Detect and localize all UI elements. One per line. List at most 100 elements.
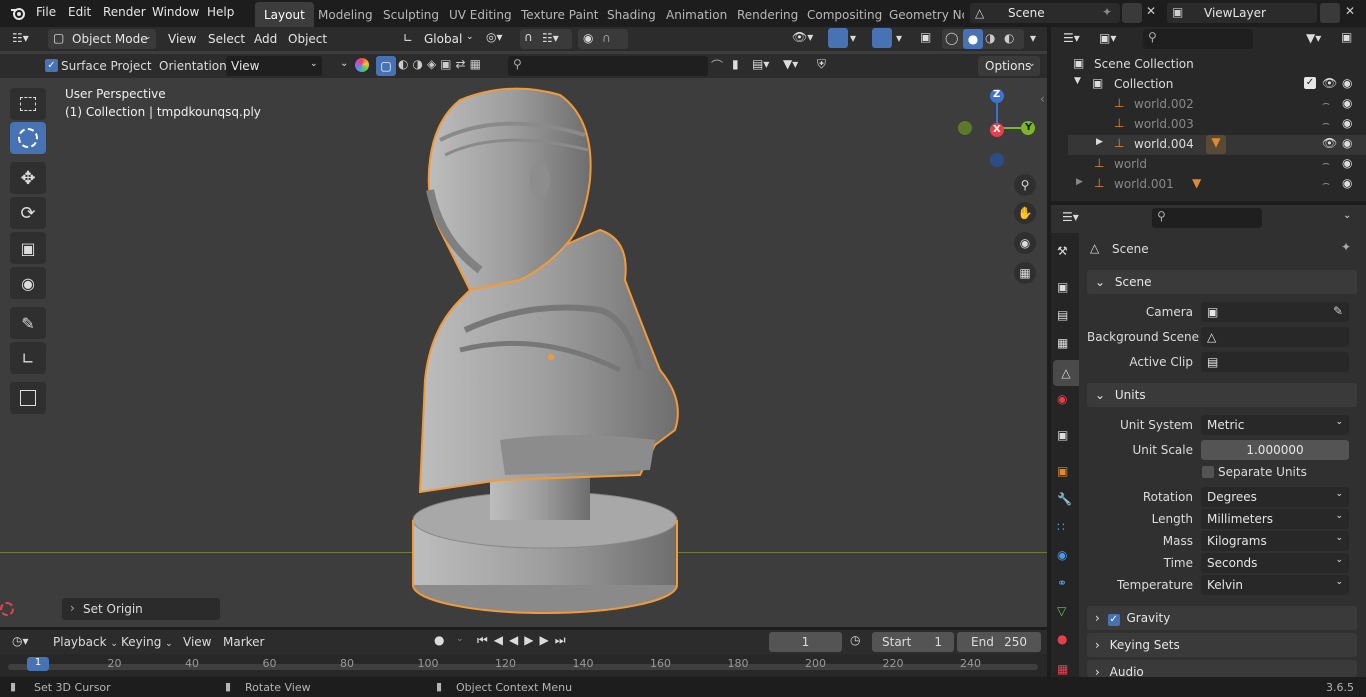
filter-icon[interactable]: ▼▾ [783,57,798,71]
camera-icon[interactable]: ◉ [1342,176,1352,190]
playback-controls[interactable]: ⏮◀◀▶▶⏭ [477,633,572,648]
pivot-point-icon[interactable]: ◎▾ [486,30,503,44]
camera-icon[interactable]: ◉ [1342,96,1352,110]
tool-tab-icon[interactable]: ⚒ [1057,244,1068,258]
bookmark-icon[interactable]: ▮ [732,57,739,71]
camera-field[interactable]: ▣ ✎ [1201,302,1349,322]
last-operator-panel[interactable]: › Set Origin [62,598,220,620]
playback-menu[interactable]: Playback ⌄ [53,635,118,649]
expand-arrow-icon[interactable]: ▶ [1076,177,1083,187]
view-layer-selector[interactable]: ▣ ViewLayer [1167,3,1317,23]
modifier-tab-icon[interactable]: 🔧 [1057,492,1072,506]
scene-selector[interactable]: △ Scene ✦ [970,3,1120,23]
gravity-checkbox[interactable]: ✓ [1107,614,1120,626]
object-tab-icon[interactable]: ▣ [1057,464,1068,478]
snapping-toggle[interactable]: ∩ ☷▾ [520,29,572,49]
xray-toggle-icon[interactable]: ▣ [920,30,931,44]
filter-icon[interactable]: ▼▾ [1306,31,1321,45]
object-data-tab-icon[interactable]: ▽ [1057,604,1066,618]
separate-units-checkbox[interactable] [1202,466,1214,478]
outliner-row-scene-collection[interactable]: ▣ Scene Collection [1068,55,1358,75]
tab-uv-editing[interactable]: UV Editing [440,2,521,27]
mode-dropdown[interactable]: ▢ Object Mode ⌄ [48,29,156,49]
tab-sculpting[interactable]: Sculpting [374,2,448,27]
background-scene-field[interactable]: △ [1201,327,1349,347]
collection-tab-icon[interactable]: ▣ [1057,428,1068,442]
menu-edit[interactable]: Edit [68,5,91,19]
new-collection-icon[interactable]: ▣ [1341,30,1352,44]
snap-element-icons[interactable]: ◐◑◈▣⇄▦ [398,57,485,71]
rendered-shading-icon[interactable]: ◐ [1004,31,1014,45]
search-input[interactable]: ⚲ [508,56,708,76]
view-layer-tab-icon[interactable]: ▦ [1057,336,1068,350]
eye-closed-icon[interactable]: ⌢ [1322,96,1330,111]
menu-object[interactable]: Object [288,32,327,46]
units-section-header[interactable]: ⌄ Units [1087,383,1357,407]
unit-system-dropdown[interactable]: Metric ⌄ [1201,415,1349,435]
editor-type-icon[interactable]: ☷▾ [12,31,29,45]
wireframe-shading-icon[interactable]: ◯ [945,31,958,45]
cursor-tool[interactable] [10,122,46,154]
overlay-dropdown-icon[interactable]: ▾ [896,31,902,45]
color-wheel-icon[interactable] [355,58,369,72]
particles-tab-icon[interactable]: ∷ [1057,520,1065,534]
gravity-section-header[interactable]: › ✓ Gravity [1087,606,1357,630]
timeline-editor-icon[interactable]: ◷▾ [12,634,29,648]
temperature-dropdown[interactable]: Kelvin ⌄ [1201,575,1349,595]
shield-icon[interactable]: ⛨ [817,57,826,72]
eye-closed-icon[interactable]: ⌢ [1322,176,1330,191]
expand-icon[interactable]: ⌄ [340,58,348,69]
material-tab-icon[interactable]: ● [1057,632,1067,646]
zoom-icon[interactable]: ⚲ [1014,174,1036,196]
eye-icon[interactable]: 👁 [1322,76,1337,90]
options-dropdown[interactable]: Options ⌄ [978,56,1040,76]
snap-face-icon[interactable]: ▢ [376,56,396,76]
expand-arrow-icon[interactable]: ▶ [1096,137,1103,147]
grid-perspective-icon[interactable]: ▦ [1014,262,1036,284]
add-cube-tool[interactable] [10,382,46,414]
tab-layout[interactable]: Layout [255,2,314,27]
properties-search-input[interactable]: ⚲ [1152,208,1262,228]
camera-icon[interactable]: ◉ [1342,76,1352,90]
curve-icon[interactable]: ⌒ [711,57,723,74]
camera-icon[interactable]: ◉ [1342,136,1352,150]
render-tab-icon[interactable]: ▣ [1057,280,1068,294]
exclude-checkbox[interactable]: ✓ [1304,77,1316,89]
keying-menu[interactable]: Keying ⌄ [121,635,173,649]
constraints-tab-icon[interactable]: ⚭ [1057,576,1067,590]
rotation-dropdown[interactable]: Degrees ⌄ [1201,487,1349,507]
proportional-editing-toggle[interactable]: ◉ ∩ [578,29,628,49]
display-mode-icon[interactable]: ▣▾ [1099,31,1116,45]
mesh-data-icon[interactable]: ▼ [1192,176,1201,190]
keying-sets-section-header[interactable]: › Keying Sets [1087,633,1357,657]
stopwatch-icon[interactable]: ◷ [850,633,860,647]
move-tool[interactable]: ✥ [10,162,46,194]
camera-icon[interactable]: ◉ [1342,156,1352,170]
chevron-down-icon[interactable]: ⌄ [456,634,464,644]
tab-modeling[interactable]: Modeling [309,2,382,27]
menu-view[interactable]: View [168,32,196,46]
sidebar-toggle-icon[interactable]: ‹ [1040,92,1045,106]
length-dropdown[interactable]: Millimeters ⌄ [1201,509,1349,529]
timeline-view-menu[interactable]: View [183,635,211,649]
measure-tool[interactable]: ∟ [10,342,46,374]
start-frame-field[interactable]: Start 1 [872,632,954,652]
menu-window[interactable]: Window [152,5,199,19]
transform-orientation-dropdown[interactable]: ∟ Global ⌄ [400,29,478,49]
scene-tab-icon[interactable]: △ [1053,360,1079,386]
eye-closed-icon[interactable]: ⌢ [1322,116,1330,131]
timeline-area[interactable]: 20 40 60 80 100 120 140 160 180 200 220 240 1 [0,654,1047,677]
hand-pan-icon[interactable]: ✋ [1014,202,1036,224]
menu-help[interactable]: Help [207,5,234,19]
pin-icon[interactable]: ✦ [1102,5,1112,19]
outliner-row-world-003[interactable]: ⊥ world.003 ⌢ ◉ [1068,115,1366,135]
scale-tool[interactable]: ▣ [10,232,46,264]
properties-editor-icon[interactable]: ☰▾ [1062,210,1079,224]
menu-render[interactable]: Render [103,5,146,19]
tab-rendering[interactable]: Rendering [728,2,807,27]
delete-scene-icon[interactable]: ✕ [1146,4,1156,18]
menu-add[interactable]: Add [254,32,277,46]
outliner-row-world-004[interactable]: ▶ ⊥ world.004 ▼ 👁 ◉ [1068,135,1366,155]
physics-tab-icon[interactable]: ◉ [1057,548,1067,562]
outliner-row-world-001[interactable]: ▶ ⊥ world.001 ▼ ⌢ ◉ [1068,175,1366,195]
